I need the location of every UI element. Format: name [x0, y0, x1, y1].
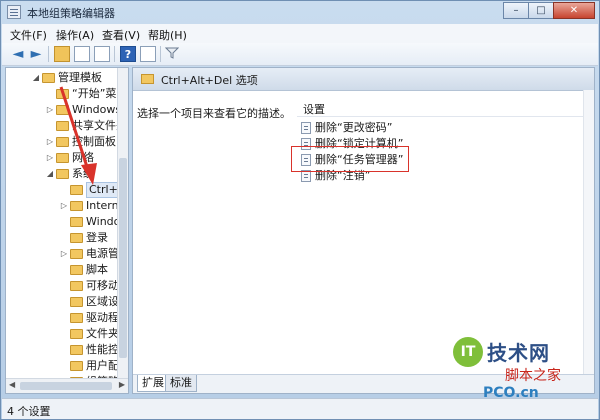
folder-icon	[70, 345, 83, 355]
window-controls: – □ ✕	[503, 2, 595, 20]
tree-item-label: 用户配	[86, 359, 119, 372]
annotation-arrow-icon	[59, 86, 97, 185]
menu-action[interactable]: 操作(A)	[56, 27, 94, 43]
watermark-url-text: PCO.cn	[483, 385, 539, 401]
details-title: Ctrl+Alt+Del 选项	[161, 74, 258, 87]
toolbar: ◄ ► ?	[2, 43, 598, 66]
folder-icon	[70, 265, 83, 275]
tree-item-label: 性能控	[86, 343, 119, 356]
site-watermark: IT 技术网 脚本之家 PCO.cn	[453, 335, 597, 413]
scroll-right-icon[interactable]: ▶	[119, 380, 125, 389]
group-policy-window: 本地组策略编辑器 – □ ✕ 文件(F) 操作(A) 查看(V) 帮助(H) ◄…	[0, 0, 600, 420]
details-vertical-scrollbar[interactable]	[583, 90, 594, 375]
window-title: 本地组策略编辑器	[27, 7, 115, 20]
folder-icon	[70, 281, 83, 291]
up-folder-icon[interactable]	[54, 46, 70, 62]
minimize-button[interactable]: –	[503, 2, 529, 19]
scrollbar-thumb[interactable]	[20, 382, 112, 390]
tree-item-label: Windo	[86, 215, 121, 228]
details-header: Ctrl+Alt+Del 选项	[133, 68, 594, 91]
title-bar[interactable]: 本地组策略编辑器 – □ ✕	[1, 1, 599, 23]
description-text: 选择一个项目来查看它的描述。	[137, 107, 291, 120]
tree-item-windows-sub[interactable]: Windo	[6, 214, 120, 230]
back-arrow-icon[interactable]: ◄	[10, 46, 26, 62]
scroll-left-icon[interactable]: ◀	[9, 380, 15, 389]
tree-item-label: 登录	[86, 231, 108, 244]
show-tree-icon[interactable]	[74, 46, 90, 62]
tree-item-label: 文件夹	[86, 327, 119, 340]
tree-item-label: 可移动	[86, 279, 119, 292]
tree-item-label: 脚本	[86, 263, 108, 276]
tree-item-scripts[interactable]: 脚本	[6, 262, 120, 278]
filter-funnel-icon	[164, 47, 180, 59]
tree-item-logon[interactable]: 登录	[6, 230, 120, 246]
tree-item-removable[interactable]: 可移动	[6, 278, 120, 294]
tree-item-folders[interactable]: 文件夹	[6, 326, 120, 342]
maximize-button[interactable]: □	[528, 2, 554, 19]
app-icon	[7, 5, 21, 19]
folder-icon	[70, 329, 83, 339]
folder-icon	[70, 233, 83, 243]
watermark-sub-text: 脚本之家	[505, 368, 561, 384]
folder-icon	[70, 361, 83, 371]
menu-file[interactable]: 文件(F)	[10, 27, 47, 43]
tree-item-label: 驱动程	[86, 311, 119, 324]
filter-icon[interactable]	[164, 46, 180, 62]
tab-standard[interactable]: 标准	[165, 375, 197, 392]
close-button[interactable]: ✕	[553, 2, 595, 19]
folder-icon	[70, 249, 83, 259]
folder-icon	[70, 297, 83, 307]
toolbar-separator	[160, 46, 161, 62]
policy-setting-icon	[301, 122, 311, 134]
folder-icon	[70, 313, 83, 323]
settings-column-header[interactable]: 设置	[297, 98, 594, 117]
tree-item-label: 区域设	[86, 295, 119, 308]
status-text: 4 个设置	[7, 405, 51, 418]
toolbar-separator	[114, 46, 115, 62]
properties-icon[interactable]	[140, 46, 156, 62]
toolbar-separator	[48, 46, 49, 62]
tree-item-locale[interactable]: 区域设	[6, 294, 120, 310]
column-header-label: 设置	[303, 103, 325, 116]
tree-horizontal-scrollbar[interactable]: ◀ ▶	[6, 378, 128, 393]
folder-icon	[70, 217, 83, 227]
export-list-icon[interactable]	[94, 46, 110, 62]
menu-view[interactable]: 查看(V)	[102, 27, 140, 43]
collapse-icon[interactable]: ◢	[32, 70, 40, 86]
setting-label: 删除“更改密码”	[315, 121, 393, 134]
forward-arrow-icon[interactable]: ►	[28, 46, 44, 62]
tree-item-label: 电源管	[86, 247, 119, 260]
watermark-logo-icon: IT	[453, 337, 483, 367]
tree-item-driver[interactable]: 驱动程	[6, 310, 120, 326]
folder-icon	[141, 74, 154, 84]
tree-item-performance[interactable]: 性能控	[6, 342, 120, 358]
tree-item-power[interactable]: ▷ 电源管	[6, 246, 120, 262]
folder-icon	[70, 201, 83, 211]
watermark-main-text: 技术网	[487, 341, 550, 365]
task-manager-highlight	[291, 146, 409, 172]
menu-bar: 文件(F) 操作(A) 查看(V) 帮助(H)	[2, 24, 598, 44]
tree-item-user-profiles[interactable]: 用户配	[6, 358, 120, 374]
menu-help[interactable]: 帮助(H)	[148, 27, 187, 43]
expand-icon[interactable]: ▷	[60, 246, 68, 262]
help-icon[interactable]: ?	[120, 46, 136, 62]
